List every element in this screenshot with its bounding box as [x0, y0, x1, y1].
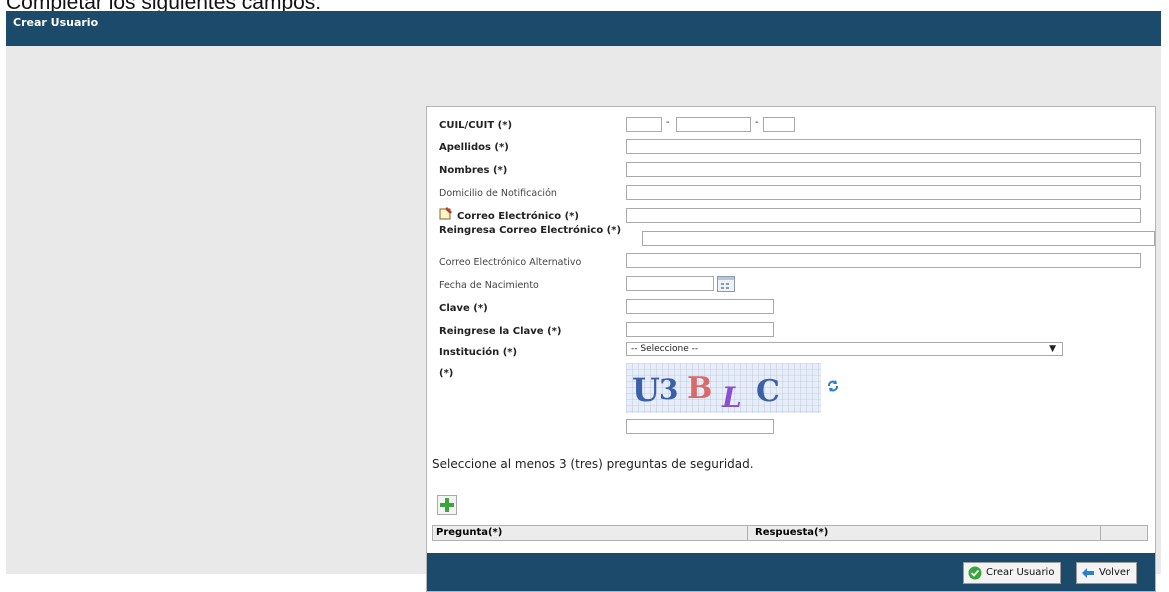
cuil-check-input[interactable]: [763, 117, 795, 132]
column-respuesta: Respuesta(*): [755, 527, 829, 538]
plus-icon: [440, 498, 454, 512]
captcha-label: (*): [439, 368, 454, 379]
column-divider: [1100, 526, 1101, 540]
back-button[interactable]: Volver: [1076, 562, 1138, 584]
create-user-button[interactable]: Crear Usuario: [963, 562, 1062, 584]
institucion-label: Institución (*): [439, 347, 518, 358]
svg-text:L: L: [721, 381, 742, 413]
page-body: CUIL/CUIT (*) - - Apellidos (*) Nombres …: [6, 46, 1161, 592]
cuil-separator: -: [755, 117, 759, 128]
correo-input[interactable]: [626, 208, 1141, 223]
apellidos-input[interactable]: [626, 139, 1141, 154]
questions-grid-header: Pregunta(*) Respuesta(*): [432, 525, 1148, 541]
svg-text:U: U: [632, 371, 660, 409]
reingrese-clave-input[interactable]: [626, 322, 774, 337]
reingresa-correo-label: Reingresa Correo Electrónico (*): [439, 225, 622, 236]
nombres-input[interactable]: [626, 162, 1141, 177]
column-divider: [747, 526, 748, 540]
cuil-number-input[interactable]: [676, 117, 751, 132]
cuil-separator: -: [666, 117, 670, 128]
create-user-form: CUIL/CUIT (*) - - Apellidos (*) Nombres …: [426, 106, 1156, 592]
reingrese-clave-label: Reingrese la Clave (*): [439, 326, 562, 337]
reingresa-correo-input[interactable]: [642, 231, 1155, 246]
window-titlebar: Crear Usuario: [6, 11, 1161, 46]
refresh-icon[interactable]: [826, 379, 840, 393]
form-footer: Crear Usuario Volver: [427, 553, 1155, 591]
create-user-label: Crear Usuario: [986, 567, 1055, 578]
clave-label: Clave (*): [439, 303, 488, 314]
column-pregunta: Pregunta(*): [436, 527, 503, 538]
arrow-left-icon: [1082, 568, 1094, 578]
nombres-label: Nombres (*): [439, 165, 508, 176]
institucion-select[interactable]: -- Seleccione -- ▼: [626, 342, 1063, 356]
correo-alt-label: Correo Electrónico Alternativo: [439, 257, 582, 268]
calendar-icon[interactable]: [717, 276, 735, 292]
chevron-down-icon: ▼: [1049, 344, 1056, 354]
institucion-selected-value: -- Seleccione --: [631, 344, 699, 354]
clave-input[interactable]: [626, 299, 774, 314]
security-instruction: Seleccione al menos 3 (tres) preguntas d…: [432, 457, 754, 471]
domicilio-label: Domicilio de Notificación: [439, 188, 557, 199]
correo-alt-input[interactable]: [626, 253, 1141, 268]
domicilio-input[interactable]: [626, 185, 1141, 200]
add-question-button[interactable]: [437, 495, 457, 515]
captcha-input[interactable]: [626, 419, 774, 434]
svg-text:3: 3: [659, 373, 678, 406]
fecha-input[interactable]: [626, 276, 714, 291]
apellidos-label: Apellidos (*): [439, 142, 509, 153]
cuil-label: CUIL/CUIT (*): [439, 120, 513, 131]
cuil-prefix-input[interactable]: [626, 117, 662, 132]
svg-text:C: C: [756, 374, 780, 409]
edit-note-icon: [439, 207, 452, 220]
window-title: Crear Usuario: [13, 16, 99, 29]
correo-label: Correo Electrónico (*): [457, 211, 579, 222]
captcha-image: U 3 B L C: [626, 363, 821, 413]
back-label: Volver: [1099, 567, 1131, 578]
fecha-label: Fecha de Nacimiento: [439, 280, 539, 291]
svg-text:B: B: [687, 371, 712, 406]
check-circle-icon: [968, 566, 982, 580]
